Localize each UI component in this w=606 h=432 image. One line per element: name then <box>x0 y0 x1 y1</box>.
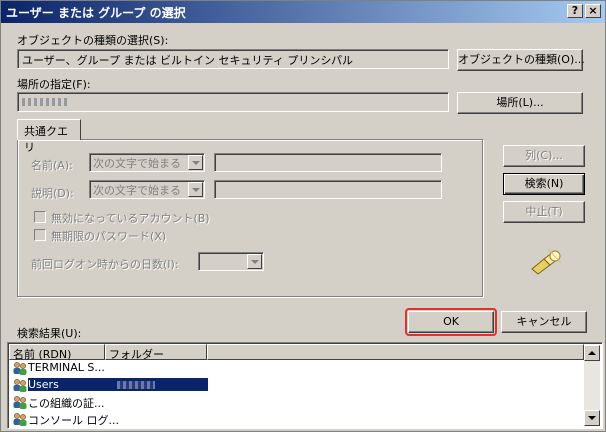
search-flashlight-icon <box>531 248 562 275</box>
results-scrollbar[interactable] <box>584 345 600 426</box>
location-label: 場所の指定(F): <box>17 78 91 91</box>
name-match-select[interactable]: 次の文字で始まる <box>89 153 205 172</box>
list-item[interactable]: この組織の証... <box>10 394 602 411</box>
help-button[interactable]: ? <box>567 4 583 18</box>
title-bar[interactable]: ユーザー または グループ の選択 ? × <box>1 1 605 23</box>
window-title: ユーザー または グループ の選択 <box>6 6 186 20</box>
tab-common-queries[interactable]: 共通クエリ <box>17 119 81 154</box>
search-results-list[interactable]: 名前 (RDN) フォルダー TERMINAL S... Users この組織の… <box>7 342 603 429</box>
description-label: 説明(D): <box>31 187 74 200</box>
arrow-down-icon <box>588 416 596 420</box>
row-name: コンソール ログ... <box>28 414 119 427</box>
scroll-up-button[interactable] <box>584 345 600 361</box>
arrow-up-icon <box>588 351 596 355</box>
cancel-button[interactable]: キャンセル <box>501 311 587 333</box>
column-header-filler <box>207 344 584 360</box>
days-since-logon-label: 前回ログオン時からの日数(I): <box>31 258 179 271</box>
group-icon <box>13 379 27 392</box>
description-match-select[interactable]: 次の文字で始まる <box>89 180 205 199</box>
row-name: Users <box>28 378 208 391</box>
group-icon <box>13 396 27 409</box>
select-users-dialog: ユーザー または グループ の選択 ? × オブジェクトの種類の選択(S): ユ… <box>0 0 606 432</box>
stop-button[interactable]: 中止(T) <box>503 201 585 223</box>
non-expiring-password-checkbox[interactable] <box>34 229 46 241</box>
object-type-field: ユーザー、グループ または ビルトイン セキュリティ プリンシパル <box>17 49 449 69</box>
column-header-name[interactable]: 名前 (RDN) <box>9 344 105 361</box>
name-input[interactable] <box>214 153 442 172</box>
list-item[interactable]: TERMINAL S... <box>10 360 602 377</box>
columns-button[interactable]: 列(C)... <box>503 145 585 167</box>
group-icon <box>13 362 27 375</box>
column-header-folder[interactable]: フォルダー <box>105 344 207 361</box>
chevron-down-icon <box>188 182 203 197</box>
disabled-accounts-checkbox[interactable] <box>34 211 46 223</box>
redacted-location <box>22 98 68 106</box>
location-field <box>17 92 449 112</box>
row-name: この組織の証... <box>28 397 105 410</box>
description-input[interactable] <box>214 180 442 199</box>
row-name: TERMINAL S... <box>28 361 105 374</box>
scroll-down-button[interactable] <box>584 410 600 426</box>
ok-highlight-box <box>405 308 497 336</box>
close-button[interactable]: × <box>585 4 601 18</box>
group-icon <box>13 413 27 426</box>
redacted-folder <box>116 381 155 389</box>
search-button[interactable]: 検索(N) <box>503 173 585 195</box>
chevron-down-icon <box>247 254 262 269</box>
search-results-label: 検索結果(U): <box>17 327 82 340</box>
list-item[interactable]: Users <box>10 377 602 394</box>
object-types-button[interactable]: オブジェクトの種類(O)... <box>457 49 585 71</box>
chevron-down-icon <box>188 155 203 170</box>
list-item[interactable]: コンソール ログ... <box>10 411 602 428</box>
object-type-label: オブジェクトの種類の選択(S): <box>17 34 169 47</box>
locations-button[interactable]: 場所(L)... <box>457 92 583 114</box>
disabled-accounts-label: 無効になっているアカウント(B) <box>51 212 210 225</box>
name-label: 名前(A): <box>31 159 73 172</box>
non-expiring-password-label: 無期限のパスワード(X) <box>51 230 167 243</box>
days-since-logon-select[interactable] <box>198 252 264 271</box>
